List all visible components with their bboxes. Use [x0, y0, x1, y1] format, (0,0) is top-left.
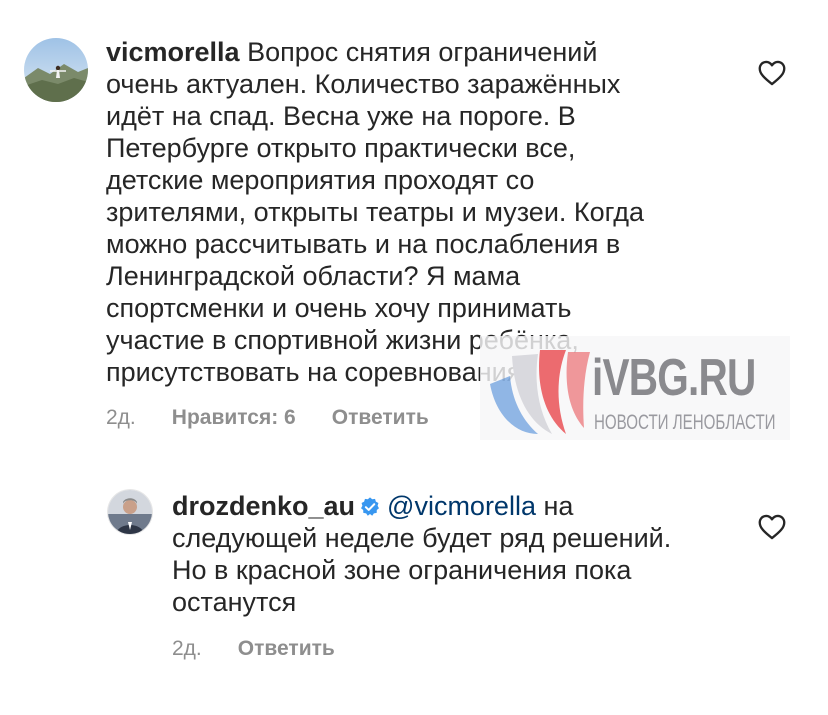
comment-username[interactable]: drozdenko_au	[172, 491, 355, 521]
avatar-portrait-image	[108, 490, 152, 534]
heart-outline-icon[interactable]	[758, 60, 786, 91]
comment-drozdenko_au: drozdenko_au @vicmorella на следующей не…	[172, 490, 752, 618]
comment-body-line: Петербурге открыто практически все,	[106, 133, 576, 163]
verified-badge-icon	[361, 497, 380, 516]
likes-count-button[interactable]: Нравится: 6	[172, 405, 296, 431]
avatar-vicmorella[interactable]	[24, 38, 88, 102]
comment-meta: 2д. Нравится: 6 Ответить	[106, 405, 429, 431]
watermark: iVBG.RU НОВОСТИ ЛЕНОБЛАСТИ	[480, 336, 790, 440]
comment-username[interactable]: vicmorella	[106, 37, 240, 67]
comment-body-line: на	[543, 491, 574, 521]
comment-age: 2д.	[106, 406, 136, 429]
comment-body-line: Вопрос снятия ограничений	[247, 37, 598, 67]
avatar-drozdenko_au[interactable]	[108, 490, 152, 534]
comment-body-line: зрителями, открыты театры и музеи. Когда	[106, 197, 645, 227]
watermark-subtitle: НОВОСТИ ЛЕНОБЛАСТИ	[594, 411, 776, 434]
heart-outline-icon[interactable]	[758, 514, 786, 545]
comment-body-line: Но в красной зоне ограничения пока	[172, 555, 632, 585]
comment-body-line: Ленинградской области? Я мама	[106, 261, 521, 291]
reply-button[interactable]: Ответить	[332, 405, 429, 431]
comment-meta: 2д. Ответить	[172, 636, 335, 662]
watermark-title: iVBG.RU	[592, 349, 756, 407]
comment-body-line: идёт на спад. Весна уже на пороге. В	[106, 101, 576, 131]
comment-age: 2д.	[172, 637, 202, 660]
comment-body-line: очень актуален. Количество заражённых	[106, 69, 621, 99]
reply-button[interactable]: Ответить	[238, 636, 335, 662]
mention-link[interactable]: @vicmorella	[387, 491, 536, 521]
comment-body-line: останутся	[172, 587, 297, 617]
comment-body-line: следующей неделе будет ряд решений.	[172, 523, 672, 553]
comment-body-line: детские мероприятия проходят со	[106, 165, 535, 195]
comment-body-line: спортсменки и очень хочу принимать	[106, 293, 572, 323]
ivbg-logo-icon	[490, 350, 590, 434]
comment-body-line: можно рассчитывать и на послабления в	[106, 229, 621, 259]
avatar-mountain-image	[24, 38, 88, 102]
